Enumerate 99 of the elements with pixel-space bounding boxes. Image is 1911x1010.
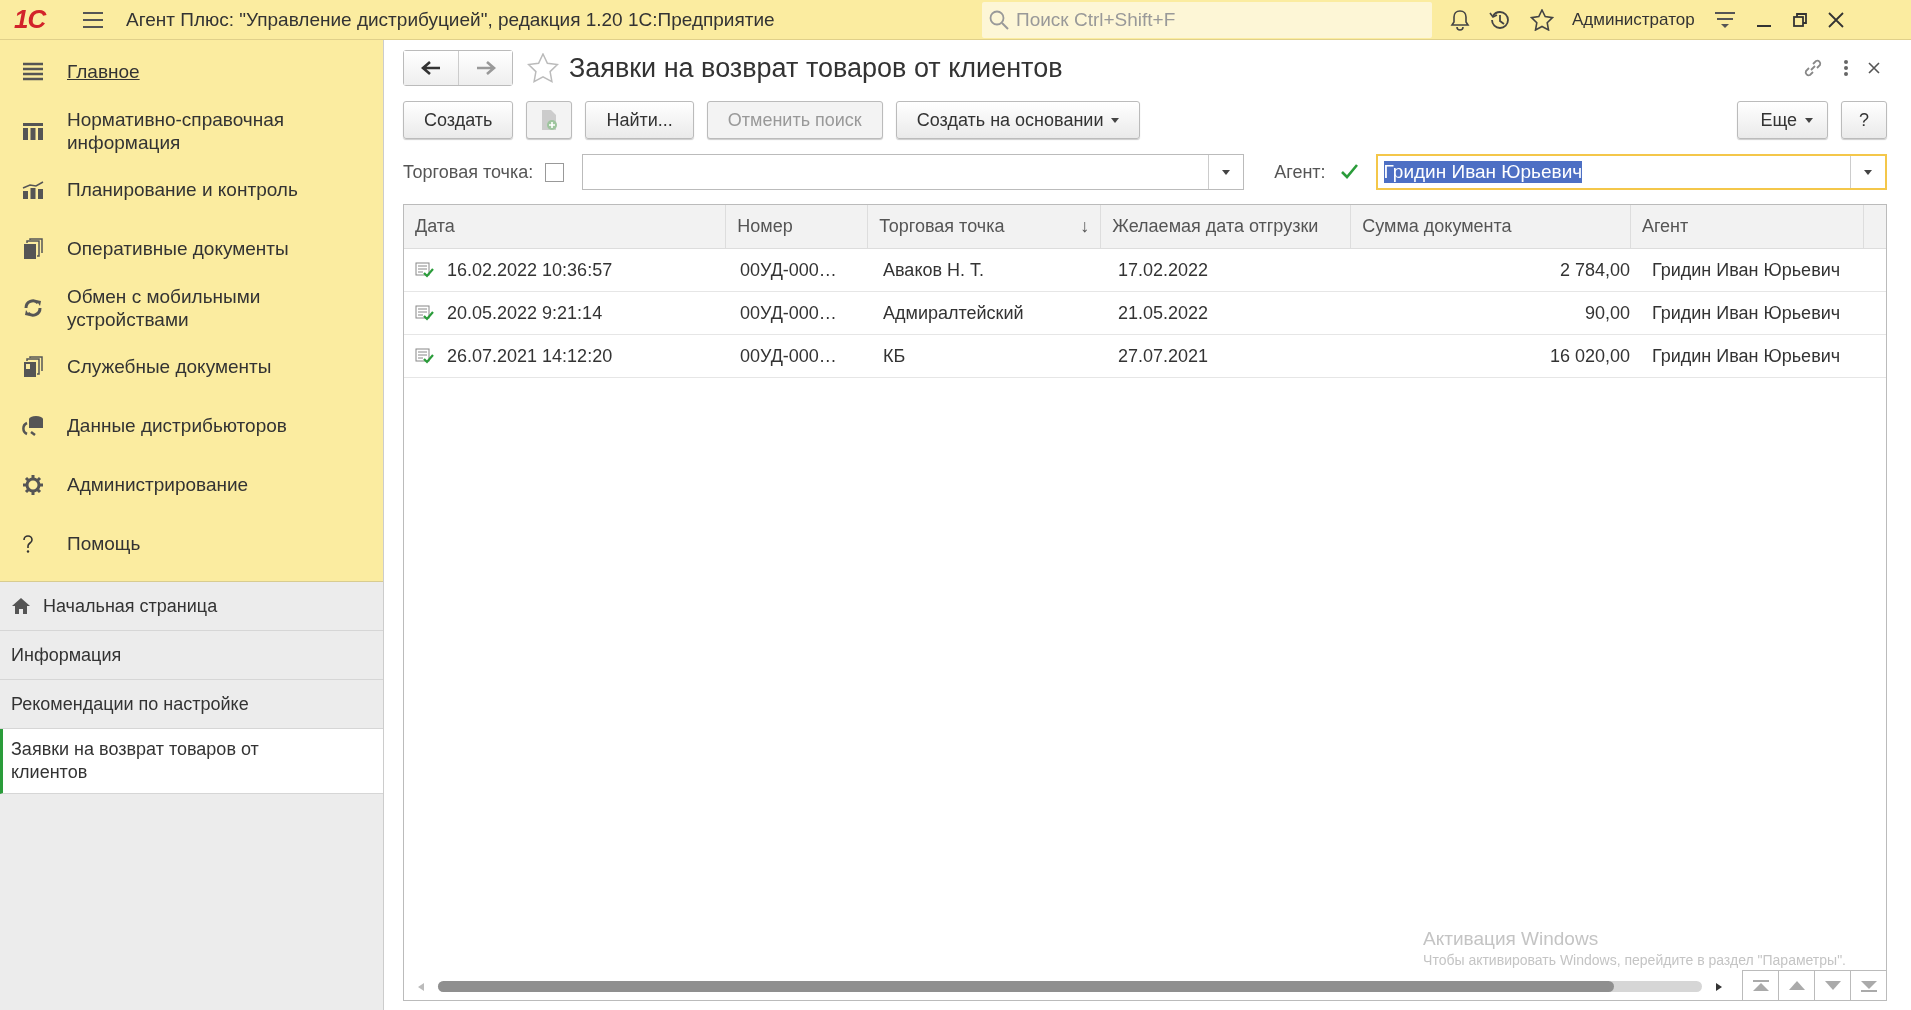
open-window-tab[interactable]: Начальная страница xyxy=(0,582,383,631)
table-cell: Гридин Иван Юрьевич xyxy=(1652,259,1841,281)
filter-checkbox[interactable] xyxy=(545,162,565,182)
column-header[interactable]: Желаемая дата отгрузки xyxy=(1101,205,1352,248)
posted-document-icon xyxy=(415,304,435,322)
table-cell: 2 784,00 xyxy=(1559,259,1630,281)
table-cell: 16 020,00 xyxy=(1549,345,1630,367)
table-cell: 00УД-000… xyxy=(740,345,837,367)
table-cell: 27.07.2021 xyxy=(1118,345,1209,367)
arrow-left-icon xyxy=(421,61,441,75)
toolbar-button[interactable]: Найти... xyxy=(585,101,694,139)
user-name[interactable]: Администратор xyxy=(1572,9,1695,30)
last-page-button[interactable] xyxy=(1850,970,1886,1000)
section-link[interactable]: Обмен с мобильными устройствами xyxy=(67,284,371,331)
menu-icon xyxy=(22,61,44,82)
back-button[interactable] xyxy=(404,51,458,85)
window-title: Агент Плюс: "Управление дистрибуцией", редакция 1.20 1С:Предприятие xyxy=(126,8,776,31)
bell-icon[interactable] xyxy=(1450,8,1470,31)
history-icon[interactable] xyxy=(1488,8,1512,31)
dropdown-icon xyxy=(1222,169,1231,175)
search-field[interactable]: Поиск Ctrl+Shift+F xyxy=(982,1,1432,38)
table-row[interactable]: 16.02.2022 10:36:57 00УД-000… Аваков Н. Т. 17.02.2022 2 784,00 Гридин Иван Юрьевич xyxy=(404,249,1886,292)
restore-icon[interactable] xyxy=(1790,10,1809,29)
star-icon[interactable] xyxy=(527,53,559,83)
columns-icon xyxy=(22,120,44,141)
open-window-tab[interactable]: Заявки на возврат товаров от клиентов xyxy=(0,729,383,794)
last-icon xyxy=(1859,979,1878,992)
scroll-left-icon[interactable] xyxy=(418,982,424,991)
toolbar-button[interactable]: Создать xyxy=(403,101,514,139)
page-up-button[interactable] xyxy=(1778,970,1814,1000)
table-cell: КБ xyxy=(883,345,906,367)
table-cell: 17.02.2022 xyxy=(1118,259,1209,281)
home-icon xyxy=(11,597,31,615)
open-window-tab[interactable]: Информация xyxy=(0,631,383,680)
table-cell: 16.02.2022 10:36:57 xyxy=(447,259,613,281)
section-link[interactable]: Помощь xyxy=(67,532,141,555)
documents-icon xyxy=(22,355,44,378)
table-cell: 21.05.2022 xyxy=(1118,302,1209,324)
table-cell: 20.05.2022 9:21:14 xyxy=(447,302,603,324)
dropdown-icon xyxy=(1864,169,1872,175)
caret-icon xyxy=(1111,117,1120,123)
activation-title: Активация Windows xyxy=(1423,928,1600,950)
column-header[interactable]: Торговая точка ↓ xyxy=(868,205,1102,248)
filter-label: Торговая точка: xyxy=(403,161,534,183)
column-header[interactable]: Агент xyxy=(1630,205,1864,248)
star-icon[interactable] xyxy=(1530,8,1554,31)
more-icon[interactable] xyxy=(1843,59,1849,77)
checkmark-icon xyxy=(1339,164,1358,180)
table-cell: Адмиралтейский xyxy=(883,302,1024,324)
section-link[interactable]: Данные дистрибьюторов xyxy=(67,414,287,437)
database-icon xyxy=(22,414,44,437)
first-icon xyxy=(1751,979,1770,992)
toolbar-button[interactable]: Создать на основании xyxy=(895,101,1141,139)
logo: 1С xyxy=(14,4,48,35)
close-icon[interactable] xyxy=(1867,61,1881,75)
page-down-button[interactable] xyxy=(1814,970,1850,1000)
arrow-right-icon xyxy=(475,61,496,75)
refresh-icon xyxy=(22,296,44,319)
section-link[interactable]: Оперативные документы xyxy=(67,237,289,260)
form-title: Заявки на возврат товаров от клиентов xyxy=(569,52,1063,84)
section-link[interactable]: Главное xyxy=(67,60,140,83)
activation-text: Чтобы активировать Windows, перейдите в раздел "Параметры". xyxy=(1423,952,1846,968)
table-cell: Гридин Иван Юрьевич xyxy=(1652,345,1841,367)
toolbar-button[interactable]: ? xyxy=(1841,101,1887,139)
filter-field[interactable] xyxy=(582,154,1245,190)
toolbar-button[interactable]: Еще xyxy=(1737,101,1828,139)
table-cell: 00УД-000… xyxy=(740,259,837,281)
column-header[interactable]: Сумма документа xyxy=(1351,205,1631,248)
table-cell: Аваков Н. Т. xyxy=(883,259,985,281)
menu-icon[interactable] xyxy=(82,10,104,29)
help-icon xyxy=(22,534,34,553)
column-header[interactable]: Номер xyxy=(726,205,869,248)
filter-label: Агент: xyxy=(1274,161,1326,183)
section-link[interactable]: Нормативно-справочная информация xyxy=(67,107,371,154)
table-row[interactable]: 20.05.2022 9:21:14 00УД-000… Адмиралтейский 21.05.2022 90,00 Гридин Иван Юрьевич xyxy=(404,292,1886,335)
scroll-right-icon[interactable] xyxy=(1716,982,1722,991)
triangle-up-icon xyxy=(1788,981,1805,990)
bar-chart-icon xyxy=(22,179,44,200)
section-link[interactable]: Администрирование xyxy=(67,473,249,496)
settings-icon xyxy=(22,473,44,496)
close-icon[interactable] xyxy=(1826,10,1845,29)
documents-icon xyxy=(22,237,44,260)
section-link[interactable]: Служебные документы xyxy=(67,355,272,378)
search-icon xyxy=(989,9,1009,30)
table-cell: 90,00 xyxy=(1584,302,1630,324)
posted-document-icon xyxy=(415,347,435,365)
posted-document-icon xyxy=(415,261,435,279)
document-icon xyxy=(539,109,560,131)
table-row[interactable]: 26.07.2021 14:12:20 00УД-000… КБ 27.07.2021 16 020,00 Гридин Иван Юрьевич xyxy=(404,335,1886,378)
first-page-button[interactable] xyxy=(1742,970,1778,1000)
section-link[interactable]: Планирование и контроль xyxy=(67,178,298,201)
sort-mark: ↓ xyxy=(1080,216,1090,237)
column-header[interactable]: Дата xyxy=(404,205,727,248)
table-cell: 00УД-000… xyxy=(740,302,837,324)
table-cell: Гридин Иван Юрьевич xyxy=(1652,302,1841,324)
table-cell: 26.07.2021 14:12:20 xyxy=(447,345,613,367)
filter-field[interactable]: Гридин Иван Юрьевич xyxy=(1375,154,1887,190)
caret-icon xyxy=(1805,117,1813,123)
triangle-down-icon xyxy=(1824,981,1841,990)
